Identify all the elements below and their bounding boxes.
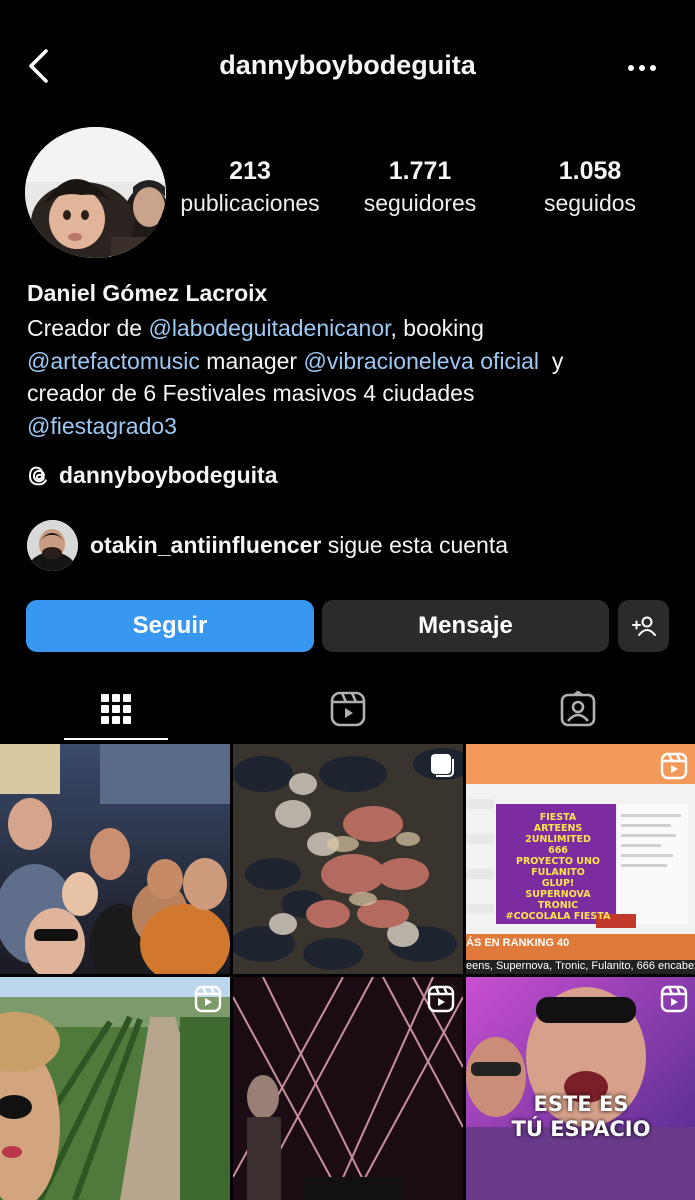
reels-icon xyxy=(660,985,688,1013)
post-ticker: eens, Supernova, Tronic, Fulanito, 666 e… xyxy=(466,960,695,974)
tab-reels[interactable] xyxy=(296,684,400,734)
profile-name: Daniel Gómez Lacroix xyxy=(27,280,268,306)
bio-mention-vibracion[interactable]: @vibracioneleva oficial xyxy=(303,348,539,374)
follow-button[interactable]: Seguir xyxy=(26,600,314,652)
add-person-icon xyxy=(631,616,656,636)
suggested-users-button[interactable] xyxy=(618,600,669,652)
bio-text: y xyxy=(539,347,564,374)
post-thumbnail[interactable] xyxy=(233,744,463,974)
threads-icon xyxy=(28,466,47,485)
stat-posts[interactable]: 213 publicaciones xyxy=(170,155,330,219)
poster-lineup: FIESTA ARTEENS 2UNLIMITED 666 PROYECTO U… xyxy=(505,812,611,922)
bio-mention-fiestagrado[interactable]: @fiestagrado3 xyxy=(27,413,177,439)
more-horizontal-icon xyxy=(628,65,656,71)
tab-tagged[interactable] xyxy=(526,684,630,734)
stat-following-label: seguidos xyxy=(543,190,637,216)
grid-icon xyxy=(101,694,131,724)
reels-icon xyxy=(194,985,222,1013)
stat-posts-value: 213 xyxy=(229,157,271,185)
threads-handle: dannyboybodeguita xyxy=(59,462,278,488)
bio-mention-labodeguita[interactable]: @labodeguitadenicanor xyxy=(148,315,390,341)
bio-text: manager xyxy=(199,347,304,374)
post-thumbnail[interactable]: FIESTA ARTEENS 2UNLIMITED 666 PROYECTO U… xyxy=(466,744,695,974)
followed-by-username: otakin_antiinfluencer xyxy=(90,532,322,558)
reels-icon xyxy=(660,752,688,780)
reels-icon xyxy=(427,985,455,1013)
post-thumbnail[interactable]: ESTE ES TÚ ESPACIO xyxy=(466,977,695,1200)
reels-icon xyxy=(330,691,366,727)
stat-following-value: 1.058 xyxy=(558,157,622,185)
stat-followers[interactable]: 1.771 seguidores xyxy=(345,155,495,219)
threads-link[interactable]: dannyboybodeguita xyxy=(27,462,278,489)
post-thumbnail[interactable] xyxy=(233,977,463,1200)
tagged-icon xyxy=(560,691,596,727)
active-tab-indicator xyxy=(64,738,168,740)
post-overlay-text: ESTE ES TÚ ESPACIO xyxy=(511,1092,651,1141)
message-button[interactable]: Mensaje xyxy=(322,600,609,652)
carousel-icon xyxy=(431,754,454,777)
followed-by-row[interactable]: otakin_antiinfluencer sigue esta cuenta xyxy=(27,520,508,571)
page-title: dannyboybodeguita xyxy=(219,50,476,80)
tab-posts[interactable] xyxy=(64,684,168,734)
bio-text: Creador de xyxy=(27,315,149,341)
post-thumbnail[interactable] xyxy=(0,744,230,974)
bio-text: creador de 6 Festivales masivos 4 ciudad… xyxy=(27,380,475,406)
bio-text: , booking xyxy=(390,315,484,341)
stat-followers-value: 1.771 xyxy=(388,157,452,185)
profile-bio: Creador de @labodeguitadenicanor, bookin… xyxy=(27,312,667,442)
more-options-button[interactable] xyxy=(614,48,670,88)
stat-following[interactable]: 1.058 seguidos xyxy=(520,155,660,219)
stat-posts-label: publicaciones xyxy=(180,190,320,216)
followed-by-text: sigue esta cuenta xyxy=(327,532,509,558)
profile-avatar[interactable] xyxy=(25,127,166,258)
post-caption: ÁS EN RANKING 40 xyxy=(466,937,570,949)
avatar xyxy=(27,520,78,571)
post-thumbnail[interactable] xyxy=(0,977,230,1200)
bio-mention-artefacto[interactable]: @artefactomusic xyxy=(27,348,200,374)
stat-followers-label: seguidores xyxy=(363,190,477,216)
